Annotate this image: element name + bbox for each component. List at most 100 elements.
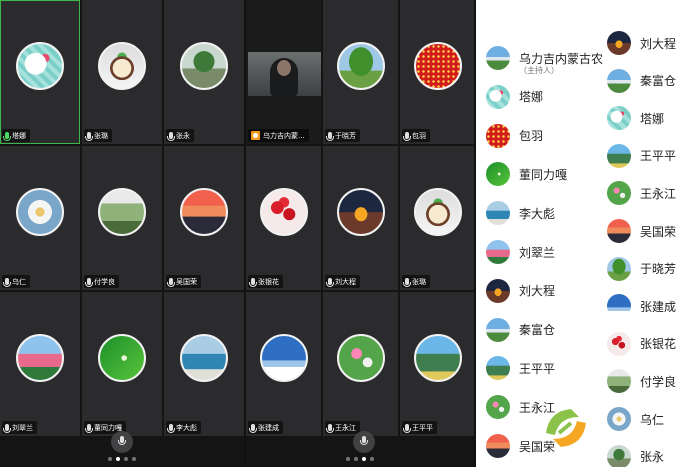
participant-tile[interactable]: 刘大程 [323,146,398,290]
mute-button[interactable] [353,431,375,453]
participant-tile[interactable]: 董同力嘎 [82,292,162,436]
participant-list-item[interactable]: 塔娜 [486,79,543,115]
participant-list-item[interactable]: 塔娜 [607,100,664,136]
avatar [259,188,308,236]
participant-name-tag: 塔娜 [2,129,30,142]
avatar [607,407,631,431]
host-role-label: （主持人） [519,66,559,75]
avatar [607,294,631,319]
avatar [607,143,631,168]
page-dot[interactable] [132,457,136,461]
participant-list-item[interactable]: 付学良 [607,363,676,399]
participant-tile[interactable]: 张永 [164,0,244,144]
participant-list-item[interactable]: 王平平 [486,350,555,386]
page-dot[interactable] [116,457,120,461]
participant-list-item[interactable]: 张银花 [607,326,676,362]
avatar [486,434,510,458]
participant-name: 秦富仓 [640,74,677,89]
page-indicator[interactable] [246,457,474,461]
participant-tile[interactable]: 张建成 [246,292,321,436]
avatar [607,68,631,93]
avatar [16,334,64,382]
participant-tile[interactable]: 塔娜 [0,0,80,144]
microphone-icon [85,132,93,141]
participant-tile[interactable]: 王平平 [400,292,474,436]
avatar [180,334,228,382]
microphone-icon [167,424,175,433]
participant-name-tag: 于晓芳 [325,129,360,142]
participant-list-item[interactable]: 秦富仓 [486,312,555,348]
page-dot[interactable] [370,457,374,461]
microphone-icon [403,278,411,287]
avatar [607,369,631,394]
participant-tile[interactable]: 于晓芳 [323,0,398,144]
avatar [607,331,631,356]
microphone-icon [3,278,11,287]
avatar [486,395,510,420]
participant-list-item[interactable]: 刘大程 [486,273,555,309]
participant-tile[interactable]: 李大彪 [164,292,244,436]
participant-list-item[interactable]: 包羽 [486,118,543,154]
participant-list-item[interactable]: 李大彪 [486,195,555,231]
avatar [413,188,462,236]
participant-name: 乌仁 [640,412,665,427]
microphone-icon [249,278,257,287]
microphone-icon [326,424,334,433]
avatar [259,334,308,382]
avatar [336,188,385,236]
microphone-icon [3,132,11,141]
page-indicator[interactable] [0,457,244,461]
participant-name: 张璐 [412,277,426,286]
participant-name-tag: 王平平 [402,421,437,434]
participant-list-item[interactable]: 吴国荣 [607,213,676,249]
participant-list-item[interactable]: 董同力嘎 [486,156,567,192]
microphone-icon [403,132,411,141]
participant-name-tag: 张永 [166,129,194,142]
participant-name-tag: 张璐 [402,275,430,288]
participant-name: 张建成 [258,423,279,432]
avatar [98,334,146,382]
page-dot[interactable] [362,457,366,461]
participant-name: 刘大程 [640,36,677,51]
participant-tile[interactable]: 乌仁 [0,146,80,290]
participant-tile[interactable]: 刘翠兰 [0,292,80,436]
participant-name-tag: 张璐 [84,129,112,142]
participant-name: 李大彪 [176,423,197,432]
participant-tile[interactable]: 张璐 [400,146,474,290]
participant-list-item[interactable]: 王平平 [607,138,676,174]
page-dot[interactable] [108,457,112,461]
participant-name: 王平平 [640,149,677,164]
participant-name: 李大彪 [519,206,556,221]
microphone-icon [118,436,126,445]
participant-list-item[interactable]: 刘大程 [607,25,676,61]
participant-tile[interactable]: 乌力吉内蒙... [246,0,321,144]
participant-tile[interactable]: 王永江 [323,292,398,436]
participant-tile[interactable]: 吴国荣 [164,146,244,290]
participant-list-item[interactable]: 乌仁 [607,401,664,437]
avatar [336,42,385,90]
camera-video-feed [246,0,321,144]
participant-list-item[interactable]: 王永江 [607,175,676,211]
participant-list-item[interactable]: 张建成 [607,288,676,324]
avatar [607,106,631,131]
page-dot[interactable] [346,457,350,461]
participant-list-item[interactable]: 张永 [607,439,664,467]
participant-list-item[interactable]: 乌力吉内蒙古农 （主持人） [486,40,603,76]
video-grid-page-2: 乌力吉内蒙... 于晓芳 包羽张银花 刘大程 张璐张建成 王永江 王平平 [246,0,474,467]
participant-name: 塔娜 [12,131,26,140]
participant-tile[interactable]: 张银花 [246,146,321,290]
avatar [607,444,631,467]
microphone-icon [3,424,11,433]
participant-tile[interactable]: 张璐 [82,0,162,144]
participant-name: 王平平 [519,361,556,376]
participant-list-item[interactable]: 秦富仓 [607,63,676,99]
participant-name-tag: 李大彪 [166,421,201,434]
participant-list-item[interactable]: 刘翠兰 [486,234,555,270]
participant-tile[interactable]: 包羽 [400,0,474,144]
avatar [413,42,462,90]
mute-button[interactable] [111,431,133,453]
participant-tile[interactable]: 付学良 [82,146,162,290]
page-dot[interactable] [124,457,128,461]
participant-list-item[interactable]: 于晓芳 [607,251,676,287]
page-dot[interactable] [354,457,358,461]
